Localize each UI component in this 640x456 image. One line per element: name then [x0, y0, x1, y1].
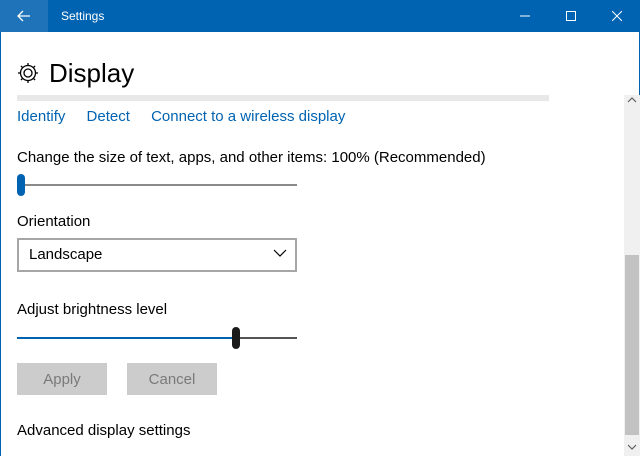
- window-title: Settings: [61, 9, 105, 23]
- maximize-button[interactable]: [548, 0, 594, 32]
- minimize-icon: [520, 15, 530, 17]
- maximize-icon: [566, 11, 576, 21]
- chevron-down-icon: [273, 249, 287, 257]
- gear-icon: [18, 63, 38, 83]
- cancel-button[interactable]: Cancel: [127, 363, 217, 395]
- close-icon: [612, 11, 622, 21]
- brightness-slider-thumb[interactable]: [231, 327, 240, 349]
- close-button[interactable]: [594, 0, 640, 32]
- minimize-button[interactable]: [502, 0, 548, 32]
- orientation-value: Landscape: [29, 246, 103, 263]
- display-links: Identify Detect Connect to a wireless di…: [17, 108, 362, 125]
- brightness-slider-track: [239, 337, 297, 339]
- back-button[interactable]: [0, 0, 48, 32]
- scroll-down-icon[interactable]: [627, 444, 637, 450]
- apply-button[interactable]: Apply: [17, 363, 107, 395]
- brightness-label: Adjust brightness level: [17, 301, 168, 318]
- orientation-label: Orientation: [17, 213, 91, 230]
- scale-slider-thumb[interactable]: [17, 174, 25, 196]
- scrollbar-thumb[interactable]: [625, 255, 639, 435]
- arrow-left-icon: [17, 10, 30, 22]
- page-header: Display: [17, 56, 134, 90]
- title-bar: Settings: [0, 0, 640, 32]
- page-title: Display: [49, 58, 135, 88]
- scale-slider-track: [17, 184, 297, 186]
- brightness-slider-fill: [17, 337, 232, 339]
- identify-link[interactable]: Identify: [17, 108, 65, 125]
- window-border-left: [0, 32, 1, 456]
- scroll-up-icon[interactable]: [627, 97, 637, 103]
- display-preview-strip: [17, 95, 549, 101]
- scale-label: Change the size of text, apps, and other…: [17, 149, 486, 166]
- orientation-dropdown[interactable]: Landscape: [17, 238, 297, 272]
- connect-wireless-link[interactable]: Connect to a wireless display: [151, 108, 345, 125]
- advanced-display-settings-link[interactable]: Advanced display settings: [17, 422, 190, 439]
- detect-link[interactable]: Detect: [87, 108, 130, 125]
